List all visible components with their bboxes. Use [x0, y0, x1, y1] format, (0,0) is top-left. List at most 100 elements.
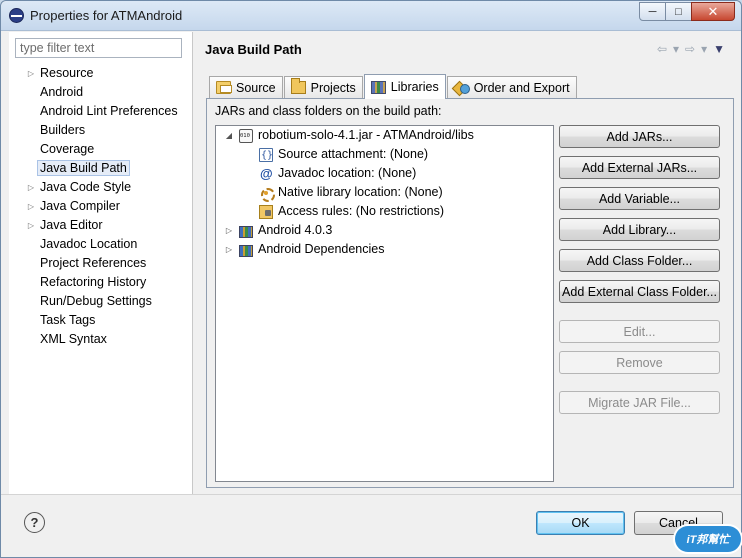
tree-row-access-rules[interactable]: Access rules: (No restrictions) [259, 202, 444, 221]
tree-row-native-library[interactable]: Native library location: (None) [259, 183, 443, 202]
close-icon: ✕ [707, 3, 719, 19]
minimize-icon: ─ [648, 5, 657, 18]
add-external-jars-button[interactable]: Add External JARs... [559, 156, 720, 179]
sidebar-item-android[interactable]: Android [9, 83, 193, 102]
maximize-button[interactable]: □ [665, 2, 692, 21]
sidebar-item-label: XML Syntax [40, 332, 107, 346]
build-path-tree[interactable]: ◢ robotium-solo-4.1.jar - ATMAndroid/lib… [215, 125, 554, 482]
tab-label: Order and Export [473, 80, 570, 95]
window-title: Properties for ATMAndroid [30, 8, 183, 23]
tree-row-jar[interactable]: ◢ robotium-solo-4.1.jar - ATMAndroid/lib… [224, 126, 474, 145]
project-icon [290, 78, 306, 94]
tree-item-label: robotium-solo-4.1.jar - ATMAndroid/libs [258, 128, 474, 142]
page-title: Java Build Path [205, 42, 302, 57]
watermark-logo: iT邦幫忙 [675, 526, 741, 552]
sidebar-item-xml-syntax[interactable]: XML Syntax [9, 330, 193, 349]
sidebar-item-coverage[interactable]: Coverage [9, 140, 193, 159]
sidebar-item-project-references[interactable]: Project References [9, 254, 193, 273]
sidebar-item-task-tags[interactable]: Task Tags [9, 311, 193, 330]
expand-arrow-icon[interactable]: ▷ [26, 64, 36, 83]
tab-bar: Source Projects Libraries Order and Expo… [209, 74, 578, 99]
maximize-icon: □ [675, 5, 682, 18]
migrate-jar-button[interactable]: Migrate JAR File... [559, 391, 720, 414]
sidebar-item-label: Project References [40, 256, 147, 270]
add-external-class-folder-button[interactable]: Add External Class Folder... [559, 280, 720, 303]
back-dropdown-icon[interactable]: ▾ [673, 42, 679, 56]
expand-arrow-icon[interactable]: ▷ [26, 178, 36, 197]
tree-item-label: Native library location: (None) [278, 185, 443, 199]
title-bar: Properties for ATMAndroid ─ □ ✕ [1, 1, 741, 31]
tree-row-android-dependencies[interactable]: ▷ Android Dependencies [224, 240, 384, 259]
tab-label: Libraries [390, 80, 439, 94]
tab-label: Source [236, 80, 276, 95]
order-export-icon [454, 81, 470, 94]
forward-arrow-icon[interactable]: ⇨ [685, 42, 695, 56]
add-class-folder-button[interactable]: Add Class Folder... [559, 249, 720, 272]
view-menu-icon[interactable]: ▼ [713, 42, 725, 56]
sidebar-item-resource[interactable]: ▷ Resource [9, 64, 193, 83]
sidebar-item-label: Java Editor [40, 218, 103, 232]
tree-row-javadoc-location[interactable]: Javadoc location: (None) [259, 164, 416, 183]
sidebar-item-label: Java Compiler [40, 199, 120, 213]
ok-button[interactable]: OK [536, 511, 625, 535]
eclipse-icon [9, 8, 24, 23]
help-icon: ? [30, 515, 39, 530]
window-controls: ─ □ ✕ [639, 2, 735, 21]
sidebar-item-label: Android [40, 85, 84, 99]
access-rules-icon [259, 204, 273, 219]
sidebar-item-java-build-path[interactable]: Java Build Path [9, 159, 193, 178]
sidebar-item-label: Refactoring History [40, 275, 147, 289]
properties-dialog: Properties for ATMAndroid ─ □ ✕ ▷ Resourc… [0, 0, 742, 558]
edit-button[interactable]: Edit... [559, 320, 720, 343]
source-attachment-icon [259, 146, 273, 165]
sidebar-item-java-code-style[interactable]: ▷ Java Code Style [9, 178, 193, 197]
section-label: JARs and class folders on the build path… [215, 104, 442, 118]
library-icon [239, 225, 253, 238]
sidebar-item-label: Android Lint Preferences [40, 104, 178, 118]
tree-row-android-403[interactable]: ▷ Android 4.0.3 [224, 221, 332, 240]
sidebar-item-java-editor[interactable]: ▷ Java Editor [9, 216, 193, 235]
help-button[interactable]: ? [24, 512, 45, 533]
sidebar-nav: ▷ Resource Android Android Lint Preferenc… [9, 64, 193, 349]
add-library-button[interactable]: Add Library... [559, 218, 720, 241]
tab-projects[interactable]: Projects [283, 76, 363, 98]
sidebar-item-label: Task Tags [40, 313, 96, 327]
sidebar-item-javadoc-location[interactable]: Javadoc Location [9, 235, 193, 254]
expand-arrow-icon[interactable]: ▷ [224, 221, 234, 240]
close-button[interactable]: ✕ [691, 2, 735, 21]
filter-input[interactable] [15, 38, 182, 58]
sidebar-item-label: Resource [40, 66, 94, 80]
native-library-icon [259, 186, 275, 202]
tab-source[interactable]: Source [209, 76, 283, 98]
tree-item-label: Javadoc location: (None) [278, 166, 417, 180]
collapse-arrow-icon[interactable]: ◢ [224, 126, 234, 145]
sidebar-item-label: Builders [40, 123, 86, 137]
add-jars-button[interactable]: Add JARs... [559, 125, 720, 148]
sidebar-item-builders[interactable]: Builders [9, 121, 193, 140]
tree-row-source-attachment[interactable]: Source attachment: (None) [259, 145, 428, 165]
sidebar-item-label: Coverage [40, 142, 95, 156]
add-variable-button[interactable]: Add Variable... [559, 187, 720, 210]
expand-arrow-icon[interactable]: ▷ [26, 197, 36, 216]
libraries-tab-content: JARs and class folders on the build path… [206, 98, 734, 488]
tab-libraries[interactable]: Libraries [363, 74, 446, 99]
back-arrow-icon[interactable]: ⇦ [657, 42, 667, 56]
tab-order-and-export[interactable]: Order and Export [446, 76, 577, 98]
sidebar-item-java-compiler[interactable]: ▷ Java Compiler [9, 197, 193, 216]
jar-icon [239, 128, 253, 143]
history-nav: ⇦ ▾ ⇨ ▾ ▼ [657, 42, 725, 56]
expand-arrow-icon[interactable]: ▷ [224, 240, 234, 259]
library-icon [239, 244, 253, 257]
forward-dropdown-icon[interactable]: ▾ [701, 42, 707, 56]
sidebar-item-android-lint-preferences[interactable]: Android Lint Preferences [9, 102, 193, 121]
expand-arrow-icon[interactable]: ▷ [26, 216, 36, 235]
source-folder-icon [216, 81, 232, 94]
sidebar-item-run-debug-settings[interactable]: Run/Debug Settings [9, 292, 193, 311]
footer-separator [1, 494, 741, 495]
remove-button[interactable]: Remove [559, 351, 720, 374]
tree-item-label: Android 4.0.3 [258, 223, 333, 237]
sidebar-item-label: Java Build Path [37, 160, 130, 176]
minimize-button[interactable]: ─ [639, 2, 666, 21]
libraries-icon [370, 80, 386, 94]
sidebar-item-refactoring-history[interactable]: Refactoring History [9, 273, 193, 292]
